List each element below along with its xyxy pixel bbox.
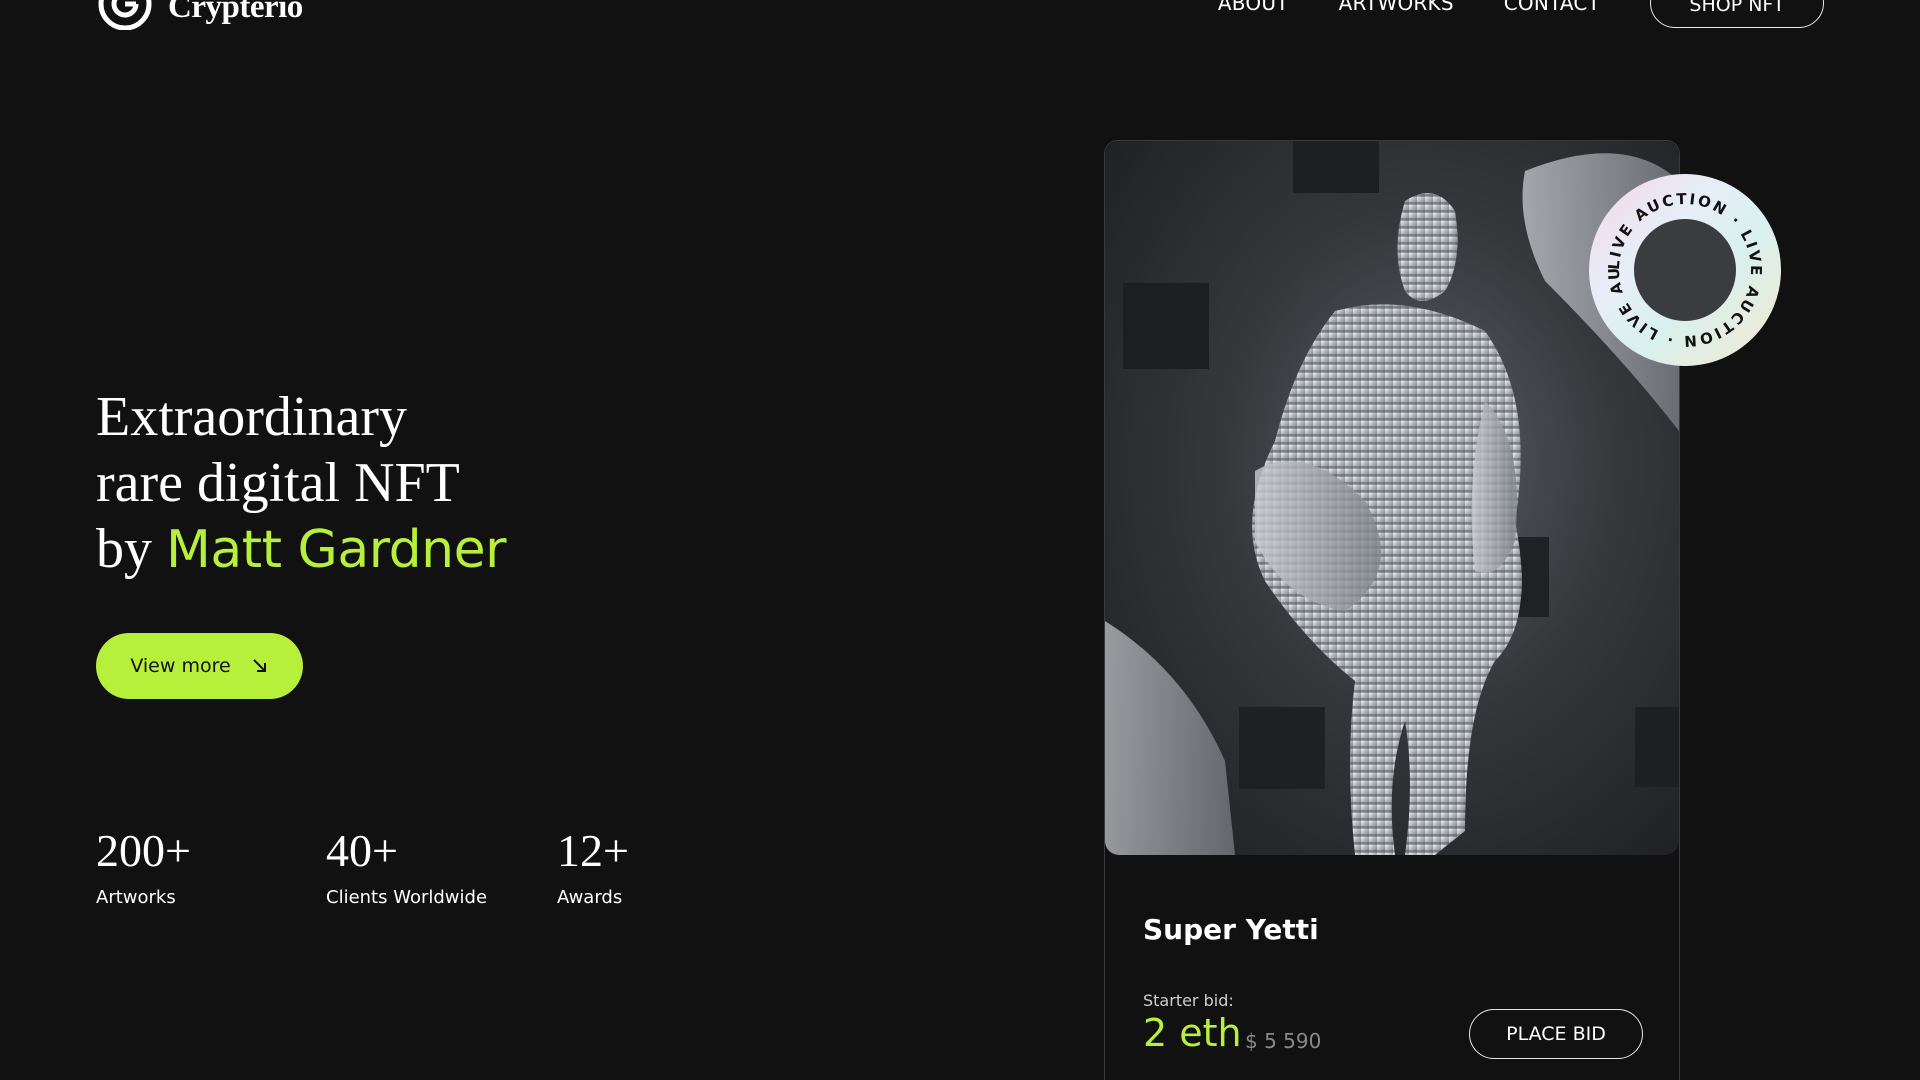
bid-eth-value: 2 eth <box>1143 1011 1242 1055</box>
hero-title-prefix: by <box>96 518 152 580</box>
nav-link-artworks[interactable]: ARTWORKS <box>1339 0 1454 15</box>
stat-label: Clients Worldwide <box>326 887 488 908</box>
stat-label: Awards <box>557 887 623 908</box>
stat-value: 40+ <box>326 825 398 876</box>
hero-title-line-1: Extraordinary <box>96 386 407 448</box>
stat-awards: 12+ Awards <box>557 825 629 908</box>
nav-links: ABOUT ARTWORKS CONTACT <box>1218 0 1600 15</box>
stat-clients: 40+ Clients Worldwide <box>326 825 487 908</box>
nft-title: Super Yetti <box>1143 913 1319 946</box>
view-more-label: View more <box>130 655 231 677</box>
stat-value: 200+ <box>96 825 191 876</box>
starter-bid-label: Starter bid: <box>1143 991 1234 1010</box>
stat-artworks: 200+ Artworks <box>96 825 191 908</box>
nav-link-about[interactable]: ABOUT <box>1218 0 1289 15</box>
crypterio-logo-icon <box>98 0 152 30</box>
hero-title-line-2: rare digital NFT <box>96 452 460 514</box>
stat-label: Artworks <box>96 887 176 908</box>
artist-name: Matt Gardner <box>166 520 507 580</box>
brand-name: Crypterio <box>168 0 303 25</box>
nav-link-contact[interactable]: CONTACT <box>1504 0 1600 15</box>
hero-title: Extraordinary rare digital NFT by Matt G… <box>96 384 507 583</box>
live-auction-badge: LIVE AUCTION · LIVE AUCTION · LIVE AUCTI… <box>1588 173 1782 367</box>
stat-value: 12+ <box>557 825 629 876</box>
bid-usd-value: $ 5 590 <box>1245 1029 1322 1053</box>
brand-logo[interactable]: Crypterio <box>96 0 303 30</box>
view-more-button[interactable]: View more <box>96 633 303 699</box>
top-navigation: Crypterio ABOUT ARTWORKS CONTACT SHOP NF… <box>0 0 1920 60</box>
arrow-down-right-icon <box>252 659 266 672</box>
shop-nft-button[interactable]: SHOP NFT <box>1650 0 1824 28</box>
place-bid-button[interactable]: PLACE BID <box>1469 1009 1643 1059</box>
